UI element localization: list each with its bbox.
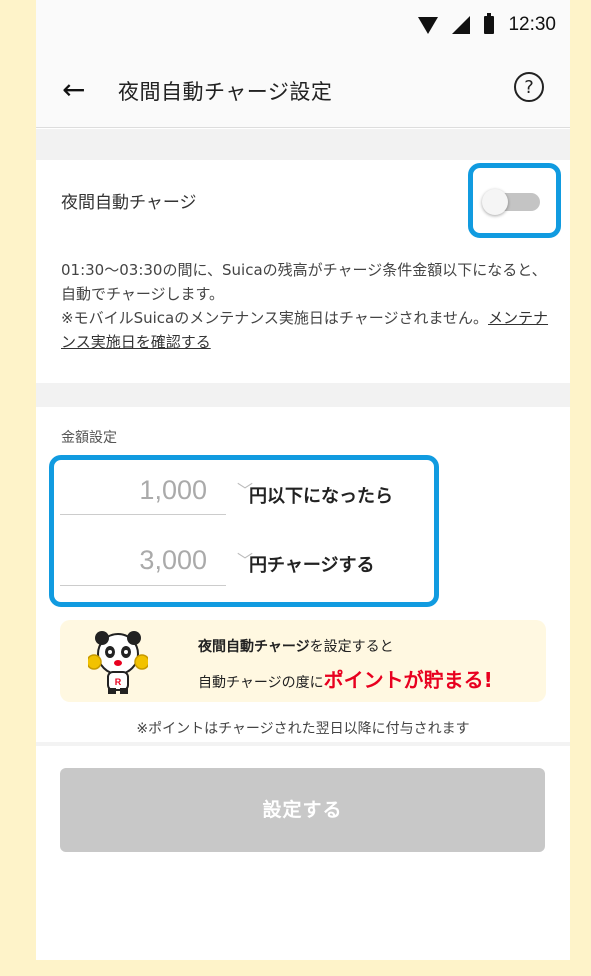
submit-button[interactable]: 設定する — [60, 768, 545, 852]
promo-banner: R 夜間自動チャージを設定すると 自動チャージの度にポイントが貯まる! — [60, 620, 546, 702]
status-bar: 12:30 — [36, 0, 570, 56]
threshold-suffix: 円以下になったら — [249, 486, 393, 507]
promo-line-1: 夜間自動チャージを設定すると — [198, 639, 394, 655]
back-arrow-icon[interactable]: ← — [62, 74, 85, 106]
points-note: ※ポイントはチャージされた翌日以降に付与されます — [136, 721, 470, 737]
amount-section-label: 金額設定 — [61, 430, 117, 446]
battery-icon — [484, 13, 495, 34]
charge-suffix: 円チャージする — [249, 555, 375, 576]
page-title: 夜間自動チャージ設定 — [118, 80, 333, 104]
status-time: 12:30 — [508, 14, 556, 35]
wifi-icon — [418, 16, 439, 34]
signal-icon — [452, 16, 471, 34]
charge-amount-select[interactable]: 3,000 ﹀ — [98, 545, 253, 576]
threshold-underline — [60, 514, 226, 515]
help-icon[interactable]: ? — [514, 72, 544, 102]
section-divider — [36, 129, 570, 160]
phone-screen: 12:30 ← 夜間自動チャージ設定 ? 夜間自動チャージ 01:30〜03:3… — [36, 0, 570, 960]
toggle-thumb[interactable] — [482, 189, 508, 215]
charge-underline — [60, 585, 226, 586]
app-bar: ← 夜間自動チャージ設定 ? — [36, 56, 570, 128]
promo-line-2: 自動チャージの度にポイントが貯まる! — [198, 668, 493, 692]
svg-text:R: R — [115, 677, 122, 687]
threshold-select[interactable]: 1,000 ﹀ — [98, 475, 253, 506]
auto-charge-description: 01:30〜03:30の間に、Suicaの残高がチャージ条件金額以下になると、自… — [61, 261, 549, 351]
panda-mascot-icon: R — [88, 631, 148, 694]
section-divider — [36, 383, 570, 407]
section-divider — [36, 742, 570, 746]
auto-charge-label: 夜間自動チャージ — [61, 193, 197, 213]
